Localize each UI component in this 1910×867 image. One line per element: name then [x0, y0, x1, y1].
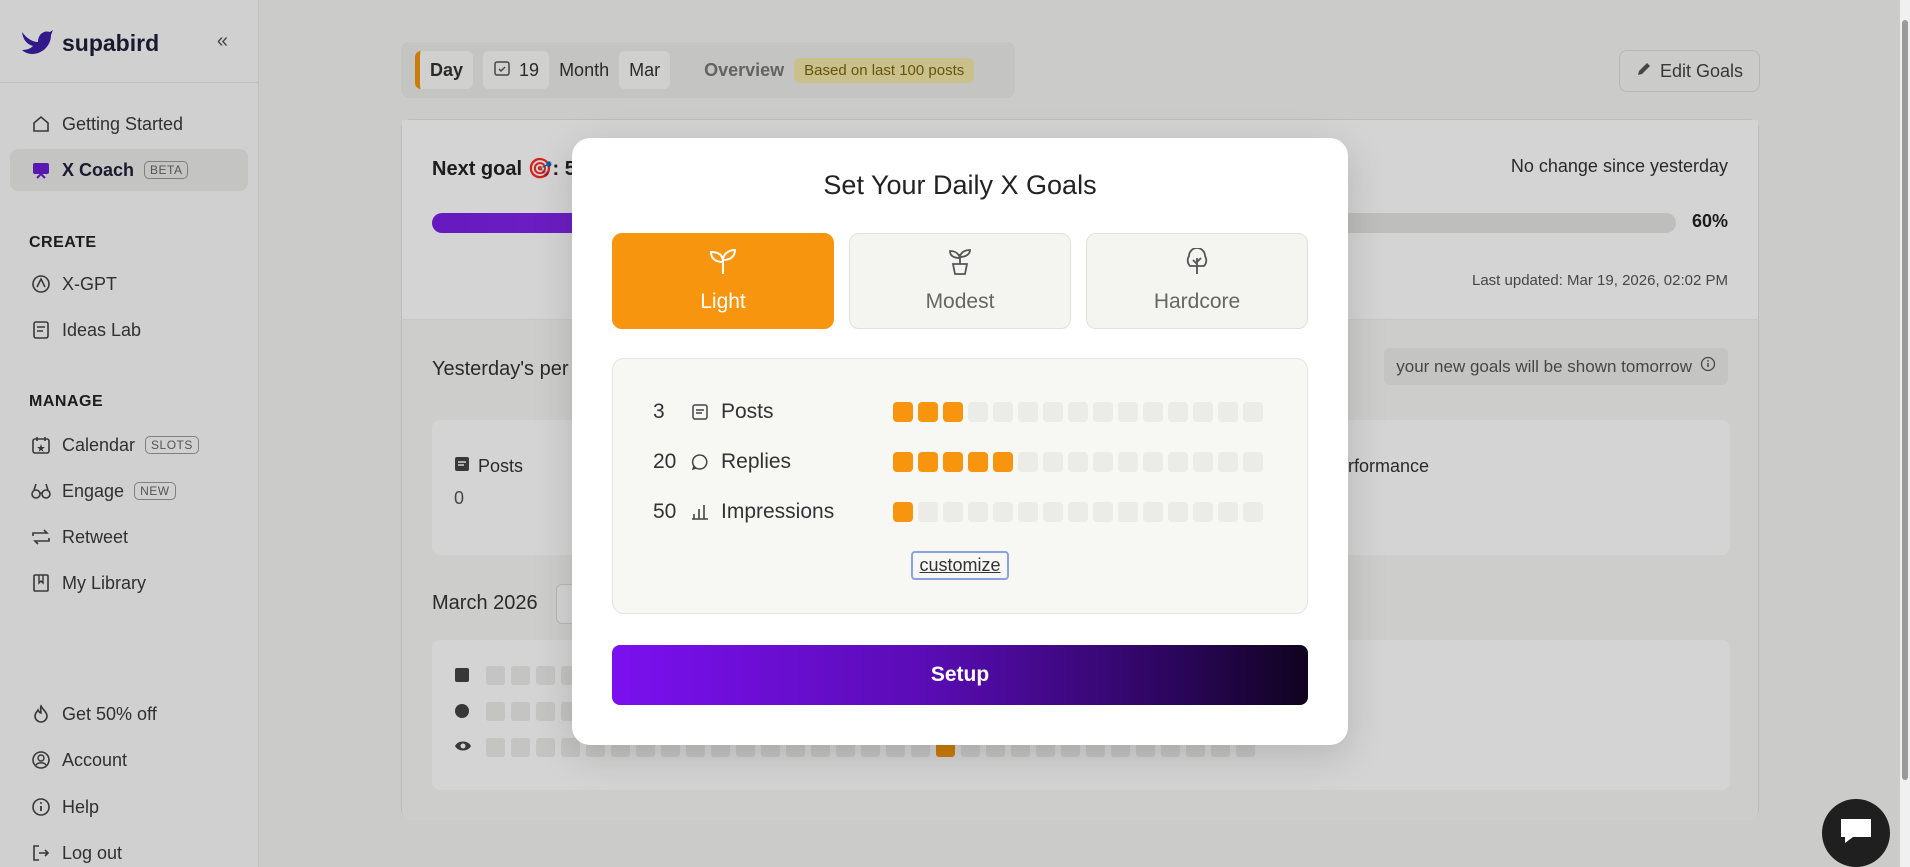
- goal-level-filled: [968, 452, 988, 472]
- post-icon: [691, 403, 709, 421]
- goal-level-empty: [1093, 452, 1113, 472]
- goal-level-empty: [1043, 402, 1063, 422]
- option-light[interactable]: Light: [612, 233, 834, 329]
- option-label: Light: [700, 290, 746, 313]
- app-root: supabird « Getting Started X Coach BETA …: [0, 0, 1910, 867]
- reply-icon: [691, 453, 709, 471]
- goal-level-empty: [1193, 502, 1213, 522]
- goal-level-empty: [1218, 402, 1238, 422]
- tree-icon: [1181, 247, 1213, 282]
- modal-title: Set Your Daily X Goals: [823, 170, 1097, 200]
- goal-label: Impressions: [721, 500, 835, 523]
- goal-level-filled: [893, 452, 913, 472]
- goal-level-empty: [1193, 402, 1213, 422]
- goal-value: 20: [653, 450, 677, 473]
- goal-level-empty: [1218, 452, 1238, 472]
- goal-level-empty: [1243, 502, 1263, 522]
- chat-launcher-button[interactable]: [1822, 799, 1890, 867]
- goal-level-empty: [1093, 502, 1113, 522]
- goals-summary: 3 Posts 20 Replies 50 Impressions custom…: [612, 358, 1308, 614]
- goal-level-empty: [1168, 502, 1188, 522]
- goal-level-empty: [1018, 452, 1038, 472]
- goal-level-empty: [1243, 452, 1263, 472]
- intensity-options: Light Modest Hardcore: [612, 233, 1308, 329]
- goal-level-filled: [918, 452, 938, 472]
- customize-link-wrap: customize: [613, 551, 1307, 580]
- setup-button[interactable]: Setup: [612, 645, 1308, 705]
- goal-level-empty: [968, 402, 988, 422]
- goal-level-filled: [918, 402, 938, 422]
- goal-level-filled: [993, 452, 1013, 472]
- goal-level-empty: [1068, 502, 1088, 522]
- option-label: Modest: [925, 290, 995, 313]
- goal-level-bar: [893, 502, 1263, 522]
- goal-level-empty: [1118, 452, 1138, 472]
- goal-level-empty: [918, 502, 938, 522]
- goal-label: Posts: [721, 400, 774, 423]
- goal-level-empty: [1118, 402, 1138, 422]
- goal-level-bar: [893, 452, 1263, 472]
- goal-level-empty: [1218, 502, 1238, 522]
- goal-level-empty: [1168, 402, 1188, 422]
- option-modest[interactable]: Modest: [849, 233, 1071, 329]
- goal-level-bar: [893, 402, 1263, 422]
- goal-level-empty: [1018, 502, 1038, 522]
- goal-level-filled: [893, 402, 913, 422]
- goal-row-impressions: 50 Impressions: [653, 497, 1273, 527]
- goal-level-empty: [1193, 452, 1213, 472]
- scrollbar-thumb[interactable]: [1902, 20, 1908, 780]
- goal-level-filled: [943, 452, 963, 472]
- goal-level-empty: [1093, 402, 1113, 422]
- goal-level-empty: [1143, 452, 1163, 472]
- goal-value: 50: [653, 500, 677, 523]
- option-label: Hardcore: [1153, 290, 1241, 313]
- goal-level-empty: [1043, 502, 1063, 522]
- chart-icon: [691, 503, 709, 521]
- goal-row-replies: 20 Replies: [653, 447, 1273, 477]
- goal-level-empty: [1068, 452, 1088, 472]
- goal-level-empty: [1168, 452, 1188, 472]
- sprout-icon: [707, 248, 739, 282]
- goal-level-empty: [993, 402, 1013, 422]
- goal-level-empty: [1018, 402, 1038, 422]
- goal-level-empty: [1243, 402, 1263, 422]
- goal-level-filled: [893, 502, 913, 522]
- option-hardcore[interactable]: Hardcore: [1086, 233, 1308, 329]
- goal-level-empty: [1143, 402, 1163, 422]
- customize-link[interactable]: customize: [911, 551, 1009, 580]
- goal-level-filled: [943, 402, 963, 422]
- plant-pot-icon: [944, 248, 976, 282]
- goal-label: Replies: [721, 450, 792, 473]
- page-scrollbar[interactable]: [1900, 0, 1910, 867]
- goal-level-empty: [1118, 502, 1138, 522]
- goal-value: 3: [653, 400, 665, 423]
- goal-row-posts: 3 Posts: [653, 397, 1273, 427]
- set-goals-modal: Set Your Daily X Goals Light Modest Hard…: [572, 138, 1348, 745]
- goal-level-empty: [1143, 502, 1163, 522]
- goal-level-empty: [1068, 402, 1088, 422]
- goal-level-empty: [968, 502, 988, 522]
- chat-icon: [1837, 815, 1875, 852]
- goal-level-empty: [1043, 452, 1063, 472]
- goal-level-empty: [943, 502, 963, 522]
- goal-level-empty: [993, 502, 1013, 522]
